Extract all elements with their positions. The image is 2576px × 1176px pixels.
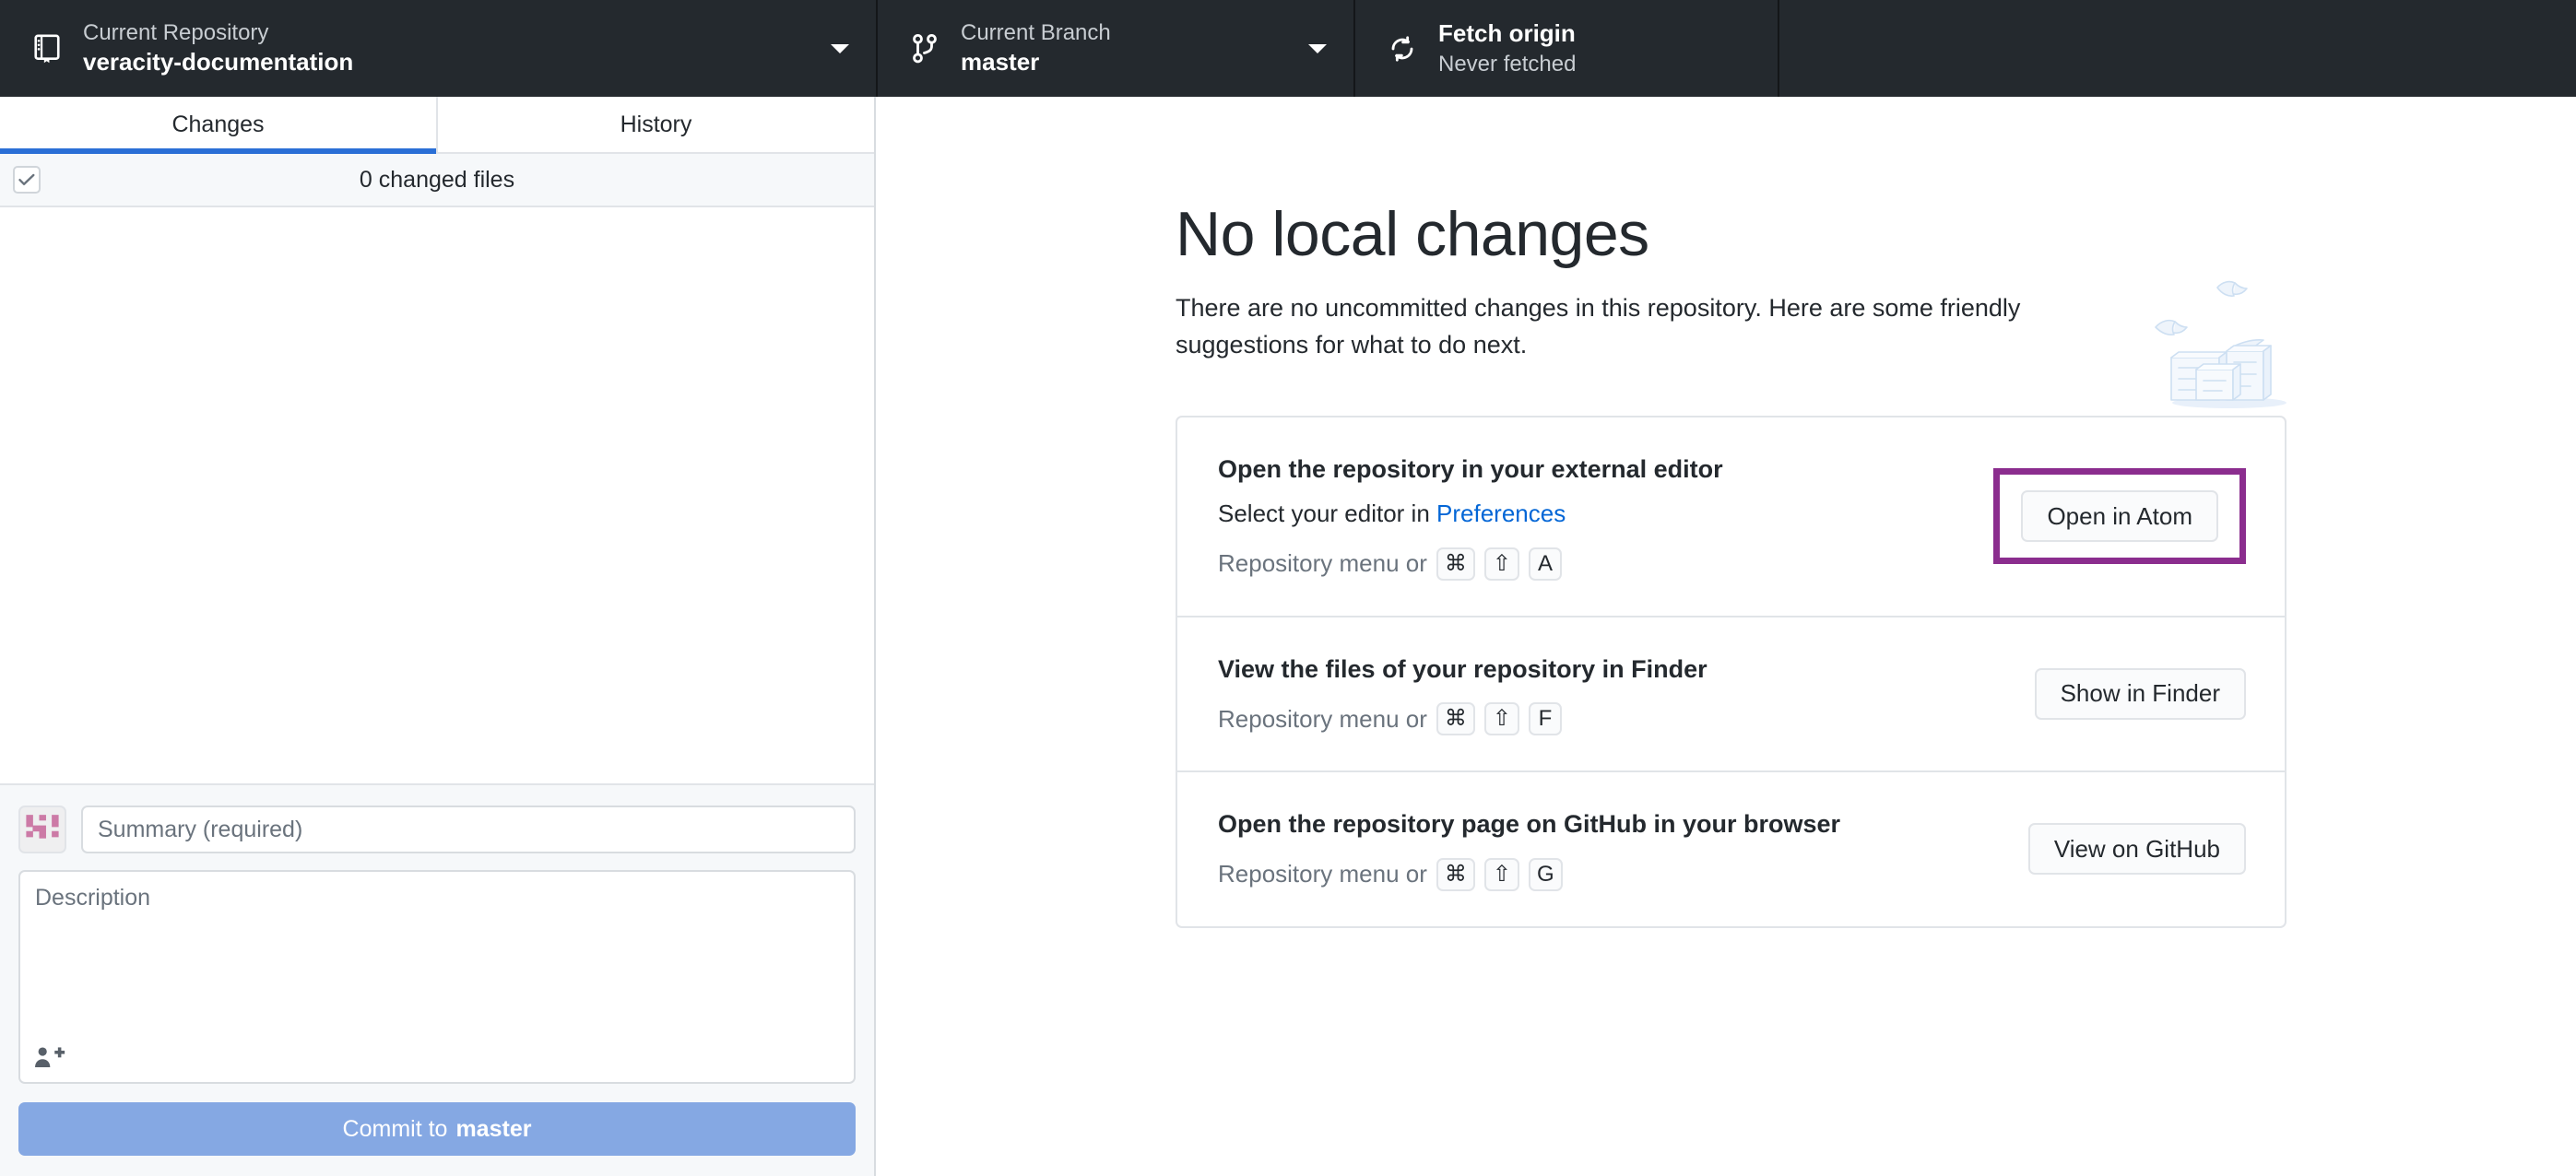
tab-changes[interactable]: Changes: [0, 97, 436, 154]
current-branch-label: Current Branch: [961, 20, 1111, 45]
changed-files-count: 0 changed files: [359, 166, 515, 193]
main-content: No local changes There are no uncommitte…: [876, 97, 2576, 1176]
suggestion-text-group: Open the repository page on GitHub in yo…: [1218, 807, 1841, 891]
key-letter: G: [1529, 857, 1563, 891]
preferences-link[interactable]: Preferences: [1436, 500, 1566, 527]
commit-description-wrapper: [18, 870, 856, 1084]
chevron-down-icon: [830, 42, 850, 55]
commit-to-branch-button[interactable]: Commit to master: [18, 1102, 856, 1156]
key-shift-icon: ⇧: [1483, 547, 1519, 581]
no-changes-panel: No local changes There are no uncommitte…: [876, 97, 2286, 928]
add-person-icon[interactable]: [31, 1041, 68, 1073]
suggestion-title: Open the repository page on GitHub in yo…: [1218, 810, 1841, 839]
open-in-atom-button[interactable]: Open in Atom: [2021, 490, 2218, 543]
current-repository-label: Current Repository: [83, 20, 269, 45]
current-repository-text: Current Repository veracity-documentatio…: [83, 18, 817, 78]
fetch-origin-subtitle: Never fetched: [1438, 51, 1577, 76]
sidebar-tabs: Changes History: [0, 97, 874, 154]
suggestion-description: Select your editor in Preferences: [1218, 497, 1723, 530]
suggestion-view-on-github: Open the repository page on GitHub in yo…: [1177, 770, 2285, 925]
suggestion-text-group: View the files of your repository in Fin…: [1218, 653, 1707, 736]
select-all-checkbox[interactable]: [13, 166, 41, 194]
repo-book-icon: [26, 33, 68, 65]
tab-history[interactable]: History: [436, 97, 874, 152]
current-repository-value: veracity-documentation: [83, 48, 354, 76]
key-command-icon: ⌘: [1436, 857, 1475, 891]
suggestion-description-prefix: Select your editor in: [1218, 500, 1437, 528]
paper-stack-illustration: [2148, 272, 2319, 410]
commit-form: Commit to master: [0, 783, 874, 1176]
current-branch-selector[interactable]: Current Branch master: [876, 0, 1353, 97]
commit-button-branch: master: [455, 1115, 532, 1142]
suggestions-list: Open the repository in your external edi…: [1176, 415, 2286, 928]
key-shift-icon: ⇧: [1483, 702, 1519, 736]
suggestion-action-group: View on GitHub: [2027, 823, 2246, 876]
suggestion-action-group: Open in Atom: [1993, 468, 2246, 565]
key-letter: A: [1529, 547, 1562, 581]
current-branch-text: Current Branch master: [961, 18, 1294, 78]
key-command-icon: ⌘: [1436, 702, 1475, 736]
commit-description-input[interactable]: [20, 872, 854, 1082]
sync-icon: [1381, 35, 1424, 63]
shortcut-prefix: Repository menu or: [1218, 860, 1427, 888]
toolbar: Current Repository veracity-documentatio…: [0, 0, 2576, 97]
suggestion-shortcut: Repository menu or ⌘ ⇧ F: [1218, 702, 1707, 736]
commit-summary-input[interactable]: [81, 806, 856, 853]
fetch-origin-text: Fetch origin Never fetched: [1438, 18, 1752, 78]
chevron-down-icon: [1307, 42, 1328, 55]
suggestion-show-in-finder: View the files of your repository in Fin…: [1177, 615, 2285, 770]
suggestion-title: Open the repository in your external edi…: [1218, 454, 1723, 483]
show-in-finder-button[interactable]: Show in Finder: [2034, 667, 2246, 720]
commit-summary-row: [18, 806, 856, 853]
fetch-origin-title: Fetch origin: [1438, 19, 1576, 47]
page-title: No local changes: [1176, 199, 1649, 269]
suggestion-title: View the files of your repository in Fin…: [1218, 654, 1707, 683]
key-command-icon: ⌘: [1436, 547, 1475, 581]
git-branch-icon: [904, 33, 946, 65]
sidebar: Changes History 0 changed files Summary …: [0, 97, 876, 1176]
suggestion-open-in-editor: Open the repository in your external edi…: [1177, 417, 2285, 616]
key-shift-icon: ⇧: [1483, 857, 1519, 891]
tab-changes-label: Changes: [171, 111, 265, 137]
shortcut-prefix: Repository menu or: [1218, 549, 1427, 578]
current-repository-selector[interactable]: Current Repository veracity-documentatio…: [0, 0, 876, 97]
github-desktop-window: Current Repository veracity-documentatio…: [0, 0, 2576, 1176]
key-letter: F: [1529, 702, 1562, 736]
suggestion-shortcut: Repository menu or ⌘ ⇧ A: [1218, 547, 1723, 581]
page-subtitle: There are no uncommitted changes in this…: [1176, 293, 2021, 359]
avatar: [18, 806, 66, 853]
commit-button-prefix: Commit to: [342, 1115, 448, 1142]
changed-files-list: [0, 207, 874, 783]
app-body: Changes History 0 changed files Summary …: [0, 97, 2576, 1176]
toolbar-spacer: [1778, 0, 2576, 97]
fetch-origin-button[interactable]: Fetch origin Never fetched: [1353, 0, 1778, 97]
highlight-box: Open in Atom: [1993, 468, 2246, 565]
changed-files-bar: 0 changed files: [0, 154, 874, 207]
suggestion-shortcut: Repository menu or ⌘ ⇧ G: [1218, 857, 1840, 891]
shortcut-prefix: Repository menu or: [1218, 704, 1427, 733]
current-branch-value: master: [961, 48, 1040, 76]
tab-history-label: History: [620, 111, 692, 137]
suggestion-action-group: Show in Finder: [2034, 667, 2246, 720]
view-on-github-button[interactable]: View on GitHub: [2027, 823, 2246, 876]
suggestion-text-group: Open the repository in your external edi…: [1218, 453, 1723, 581]
